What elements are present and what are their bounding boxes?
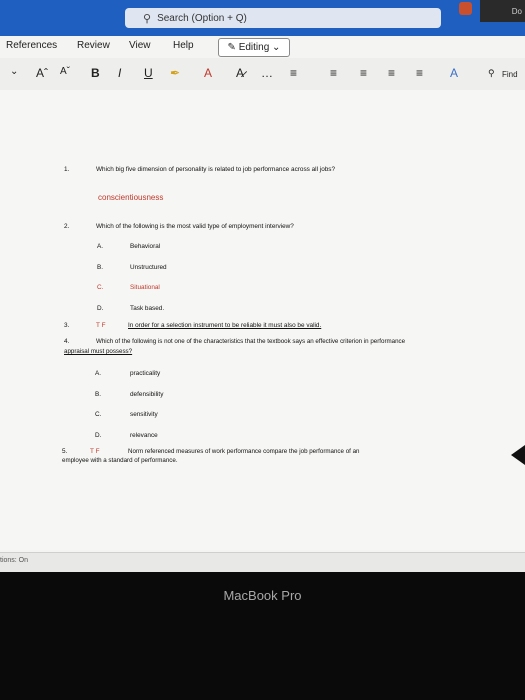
- q2-option-a-text: Behavioral: [130, 243, 161, 250]
- shrink-font-button[interactable]: Aˇ: [60, 66, 70, 77]
- app-icon: [459, 2, 472, 15]
- q4-option-a-text: practicality: [130, 370, 161, 377]
- q3-number: 3.: [64, 322, 70, 329]
- q4-option-b-letter: B.: [95, 391, 102, 398]
- q5-text-line1: Norm referenced measures of work perform…: [128, 448, 360, 455]
- highlight-icon[interactable]: ✒: [170, 66, 180, 80]
- q4-option-a-letter: A.: [95, 370, 102, 377]
- q2-option-c-letter: C.: [97, 284, 104, 291]
- q5-number: 5.: [62, 448, 68, 455]
- find-label[interactable]: Find: [502, 70, 518, 79]
- status-bar: tions: On: [0, 552, 525, 572]
- word-window: ⚲ Search (Option + Q) Do References Revi…: [0, 0, 525, 572]
- tab-view[interactable]: View: [129, 40, 151, 51]
- search-placeholder: Search (Option + Q): [157, 12, 247, 24]
- q4-option-d-letter: D.: [95, 432, 102, 439]
- title-bar: ⚲ Search (Option + Q) Do: [0, 0, 525, 36]
- bullets-icon[interactable]: ≡: [290, 66, 297, 80]
- q5-true-false: T F: [90, 448, 100, 455]
- q4-option-d-text: relevance: [130, 432, 158, 439]
- italic-button[interactable]: I: [118, 66, 121, 80]
- q2-option-a-letter: A.: [97, 243, 104, 250]
- search-box[interactable]: ⚲ Search (Option + Q): [125, 8, 441, 28]
- decrease-indent-icon[interactable]: ≡: [360, 66, 367, 80]
- q1-text: Which big five dimension of personality …: [96, 166, 336, 173]
- q1-number: 1.: [64, 166, 70, 173]
- q3-true-false: T F: [96, 322, 106, 329]
- laptop-bezel-label: MacBook Pro: [223, 588, 302, 603]
- editing-mode-button[interactable]: ✎ Editing ⌄: [218, 38, 290, 57]
- bold-button[interactable]: B: [91, 66, 100, 80]
- q2-number: 2.: [64, 223, 70, 230]
- q4-number: 4.: [64, 338, 70, 345]
- q2-text: Which of the following is the most valid…: [96, 223, 294, 230]
- q1-answer: conscientiousness: [98, 193, 164, 202]
- dropdown-chevron-icon[interactable]: ⌄: [10, 66, 18, 77]
- q4-option-b-text: defensibility: [130, 391, 164, 398]
- status-left-text: tions: On: [0, 557, 29, 564]
- q2-option-b-text: Unstructured: [130, 264, 167, 271]
- numbering-icon[interactable]: ≡: [330, 66, 337, 80]
- chevron-down-icon: ⌄: [269, 42, 281, 53]
- q2-option-d-letter: D.: [97, 305, 104, 312]
- font-color-icon[interactable]: A: [204, 66, 212, 80]
- document-body[interactable]: 1. Which big five dimension of personali…: [0, 90, 525, 550]
- q5-text-line2: employee with a standard of performance.: [62, 457, 178, 464]
- tab-references[interactable]: References: [6, 40, 57, 51]
- q4-text-line1: Which of the following is not one of the…: [96, 338, 406, 345]
- underline-button[interactable]: U: [144, 66, 153, 80]
- search-icon: ⚲: [143, 12, 152, 25]
- find-icon[interactable]: ⚲: [488, 68, 495, 79]
- ribbon-tabs: References Review View Help ✎ Editing ⌄: [0, 36, 525, 58]
- window-label: Do: [480, 0, 525, 22]
- pencil-icon: ✎: [227, 42, 239, 53]
- q4-option-c-text: sensitivity: [130, 411, 158, 418]
- ribbon-toolbar: ⌄ Aˆ Aˇ B I U ✒ A A̷ … ≡ ≡ ≡ ≡ ≡ A ⚲ Fin…: [0, 58, 525, 91]
- align-icon[interactable]: ≡: [416, 66, 423, 80]
- increase-indent-icon[interactable]: ≡: [388, 66, 395, 80]
- editing-label: Editing: [238, 42, 270, 53]
- q3-text: In order for a selection instrument to b…: [128, 322, 322, 329]
- mouse-cursor-icon: [511, 445, 525, 465]
- tab-help[interactable]: Help: [173, 40, 194, 51]
- q2-option-d-text: Task based.: [130, 305, 165, 312]
- more-options-button[interactable]: …: [261, 66, 273, 80]
- styles-icon[interactable]: A: [450, 66, 458, 80]
- q2-option-c-text: Situational: [130, 284, 160, 291]
- q4-option-c-letter: C.: [95, 411, 102, 418]
- grow-font-button[interactable]: Aˆ: [36, 66, 48, 80]
- clear-formatting-icon[interactable]: A̷: [236, 66, 244, 80]
- q2-option-b-letter: B.: [97, 264, 104, 271]
- q4-text-line2: appraisal must possess?: [64, 348, 133, 355]
- tab-review[interactable]: Review: [77, 40, 110, 51]
